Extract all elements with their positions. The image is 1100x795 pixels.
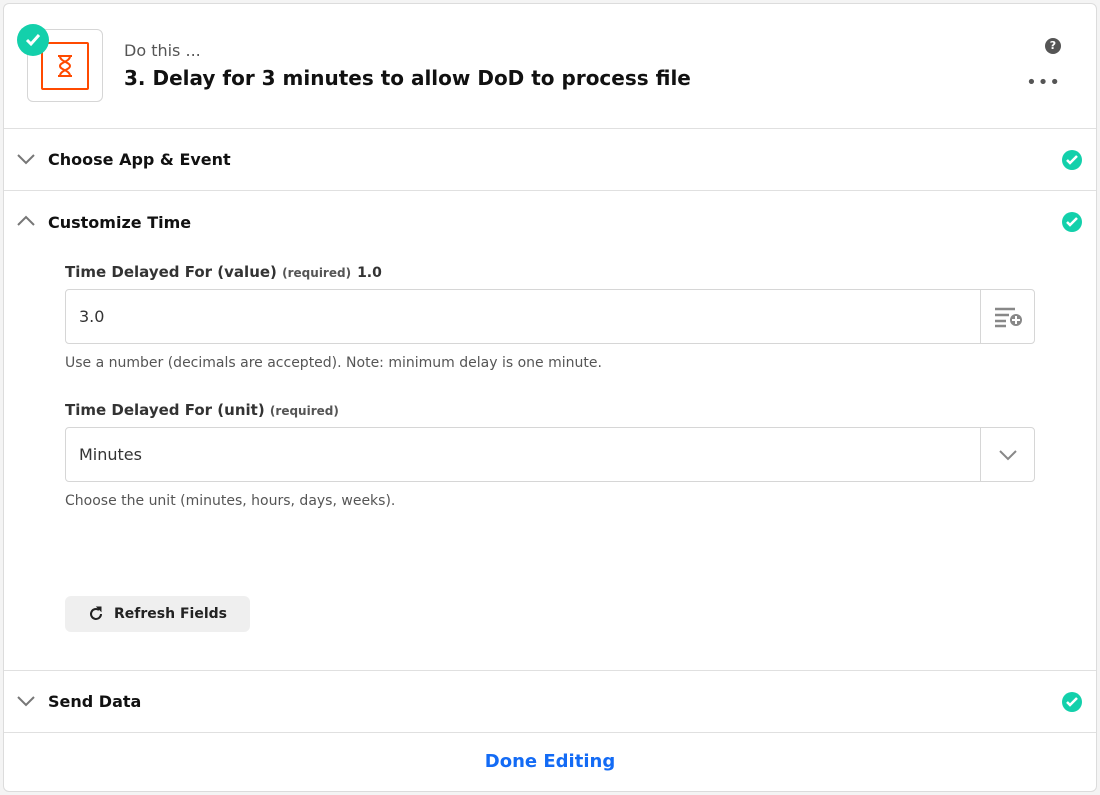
- done-editing-bar: Done Editing: [4, 731, 1096, 791]
- insert-data-button[interactable]: [980, 290, 1034, 343]
- check-icon: [1062, 149, 1082, 170]
- section-label: Customize Time: [48, 212, 192, 232]
- complete-check-icon: [17, 24, 49, 56]
- refresh-fields-button[interactable]: Refresh Fields: [65, 596, 250, 632]
- value-field-label: Time Delayed For (value) (required) 1.0: [65, 263, 382, 281]
- section-customize-time[interactable]: Customize Time: [4, 191, 1096, 253]
- help-icon[interactable]: ?: [1045, 38, 1061, 54]
- chevron-down-icon: [17, 696, 35, 707]
- time-unit-select[interactable]: Minutes: [65, 427, 1035, 482]
- time-value-input[interactable]: 3.0: [65, 289, 1035, 344]
- hourglass-icon: [58, 55, 72, 77]
- section-label: Choose App & Event: [48, 150, 231, 169]
- check-icon: [1062, 691, 1082, 712]
- section-label: Send Data: [48, 692, 142, 711]
- section-choose-app-event[interactable]: Choose App & Event: [4, 129, 1096, 191]
- unit-hint: Choose the unit (minutes, hours, days, w…: [65, 493, 396, 509]
- chevron-down-icon: [17, 154, 35, 165]
- step-editor-card: Do this ... 3. Delay for 3 minutes to al…: [3, 3, 1097, 792]
- section-send-data[interactable]: Send Data: [4, 671, 1096, 733]
- unit-field-label: Time Delayed For (unit) (required): [65, 401, 339, 419]
- dropdown-button[interactable]: [980, 428, 1034, 481]
- customize-time-body: Time Delayed For (value) (required) 1.0 3…: [4, 253, 1096, 671]
- check-icon: [1062, 212, 1082, 232]
- refresh-icon: [90, 606, 103, 620]
- value-hint: Use a number (decimals are accepted). No…: [65, 355, 602, 371]
- step-title[interactable]: 3. Delay for 3 minutes to allow DoD to p…: [124, 66, 691, 90]
- step-subtitle: Do this ...: [124, 41, 201, 60]
- chevron-up-icon: [17, 215, 35, 226]
- step-header: Do this ... 3. Delay for 3 minutes to al…: [4, 4, 1096, 129]
- chevron-down-icon: [998, 449, 1017, 460]
- list-plus-icon: [994, 307, 1022, 327]
- more-options-icon[interactable]: •••: [1026, 72, 1061, 93]
- done-editing-button[interactable]: Done Editing: [485, 751, 615, 772]
